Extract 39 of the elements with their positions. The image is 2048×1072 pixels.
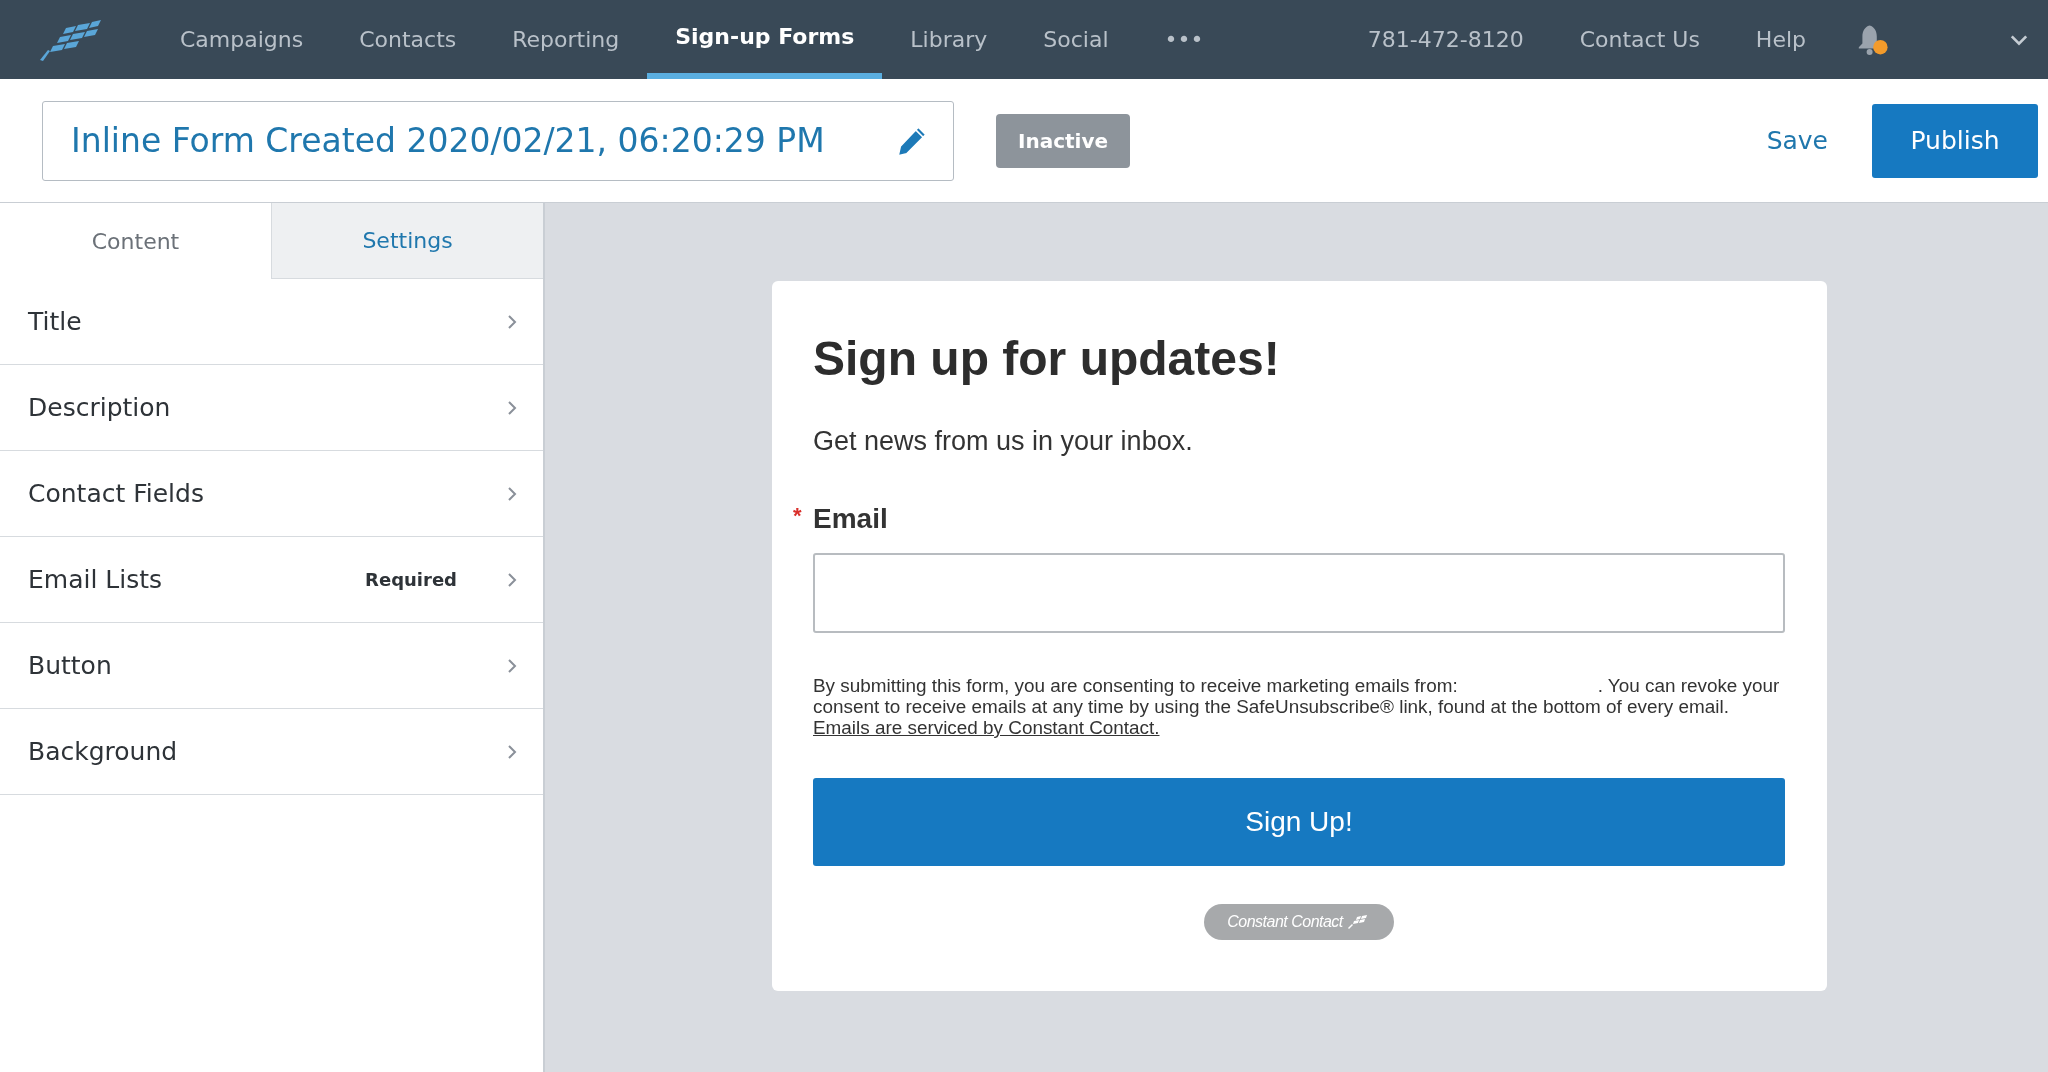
nav-tab[interactable]: Campaigns [152,0,332,79]
chevron-right-icon [507,743,517,760]
logo-icon[interactable] [38,17,102,62]
sidebar-item[interactable]: Description [0,365,543,451]
publish-button[interactable]: Publish [1872,103,2038,178]
form-title: Sign up for updates! [813,331,1281,386]
nav-tab[interactable]: Library [882,0,1016,79]
consent-text: By submitting this form, you are consenting to receive marketing emails from: . You can revoke your consent to receive emails at any time by using the SafeUnsubscribe® link, found at the bottom of every email. Emails are serviced by Constant Contact. [813,675,1781,738]
nav-tab[interactable]: Contacts [331,0,485,79]
chevron-right-icon [507,571,517,588]
email-input[interactable] [813,553,1785,633]
nav-tab[interactable]: Sign-up Forms [647,0,883,79]
nav-tab[interactable]: Reporting [484,0,648,79]
nav-tab[interactable]: ••• [1136,0,1232,79]
chevron-right-icon [507,313,517,330]
chevron-right-icon [507,657,517,674]
chevron-down-icon[interactable] [2010,33,2028,46]
required-asterisk: * [793,503,802,529]
nav-link[interactable]: 781-472-8120 [1339,0,1552,79]
chevron-right-icon [507,399,517,416]
sidebar-tab[interactable]: Settings [272,203,543,279]
nav-link[interactable]: Contact Us [1551,0,1728,79]
nav-link[interactable]: Help [1727,0,1834,79]
form-description: Get news from us in your inbox. [813,426,1194,457]
sidebar-item[interactable]: Contact Fields [0,451,543,537]
sign-up-button[interactable]: Sign Up! [813,778,1785,866]
sidebar-item[interactable]: Button [0,623,543,709]
status-badge: Inactive [996,113,1131,168]
sidebar-item[interactable]: Background [0,709,543,795]
save-button[interactable]: Save [1766,126,1828,155]
sidebar-item[interactable]: Title [0,279,543,365]
email-label: Email [813,503,888,534]
chevron-right-icon [507,485,517,502]
nav-tab[interactable]: Social [1015,0,1137,79]
constant-contact-link[interactable]: Emails are serviced by Constant Contact. [813,717,1160,738]
required-label: Required [365,569,457,590]
form-name-field[interactable]: Inline Form Created 2020/02/21, 06:20:29 PM [42,100,954,181]
sidebar-item[interactable]: Email Lists Required [0,537,543,623]
brand-name: Constant Contact [1227,913,1343,931]
